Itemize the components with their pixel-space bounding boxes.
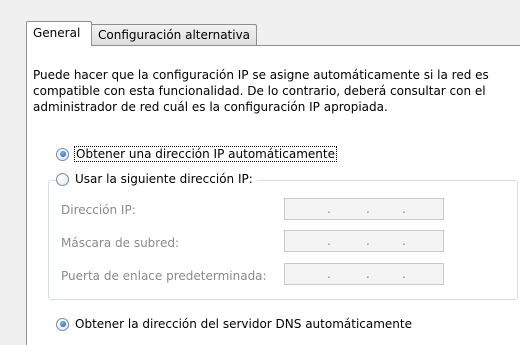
tab-alternate-configuration[interactable]: Configuración alternativa [91, 24, 257, 46]
subnet-mask-octet-separator: . [366, 234, 370, 248]
ip-address-octet-separator: . [327, 202, 331, 216]
subnet-mask-field[interactable]: . . . [284, 230, 444, 252]
default-gateway-label: Puerta de enlace predeterminada: [61, 269, 267, 283]
ip-address-field[interactable]: . . . [284, 198, 444, 220]
obtain-dns-automatically-option[interactable]: Obtener la dirección del servidor DNS au… [56, 317, 412, 331]
subnet-mask-octet-separator: . [402, 234, 406, 248]
obtain-ip-automatically-radio[interactable] [56, 147, 69, 161]
obtain-ip-automatically-label: Obtener una dirección IP automáticamente [74, 146, 337, 162]
ip-address-octet-separator: . [402, 202, 406, 216]
description-text: Puede hacer que la configuración IP se a… [33, 68, 489, 114]
obtain-dns-automatically-label: Obtener la dirección del servidor DNS au… [75, 317, 412, 331]
obtain-dns-automatically-radio[interactable] [56, 317, 69, 331]
use-following-ip-option[interactable]: Usar la siguiente dirección IP: [56, 172, 257, 186]
ip-address-octet-separator: . [366, 202, 370, 216]
ip-address-label: Dirección IP: [61, 203, 136, 217]
use-following-ip-radio[interactable] [56, 172, 69, 186]
default-gateway-octet-separator: . [327, 267, 331, 281]
use-following-ip-label: Usar la siguiente dirección IP: [75, 172, 253, 186]
tab-general-label: General [33, 26, 81, 40]
default-gateway-octet-separator: . [402, 267, 406, 281]
default-gateway-field[interactable]: . . . [284, 263, 444, 285]
tab-alternate-configuration-label: Configuración alternativa [98, 28, 251, 42]
tab-general[interactable]: General [26, 21, 92, 46]
subnet-mask-label: Máscara de subred: [61, 236, 180, 250]
obtain-ip-automatically-option[interactable]: Obtener una dirección IP automáticamente [56, 146, 337, 162]
subnet-mask-octet-separator: . [327, 234, 331, 248]
default-gateway-octet-separator: . [366, 267, 370, 281]
